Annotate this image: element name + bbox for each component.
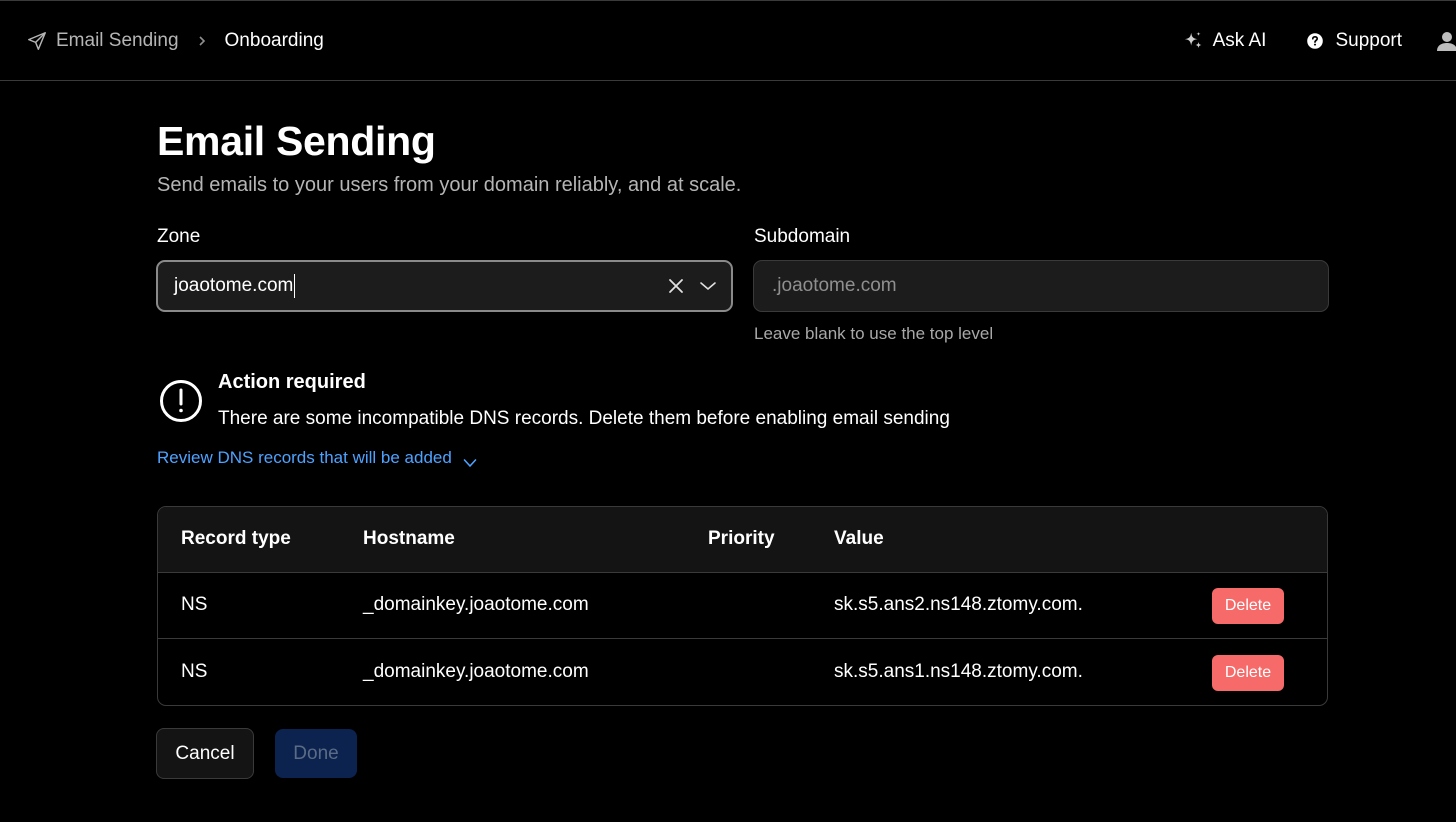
value-cell: sk.s5.ans2.ns148.ztomy.com. — [834, 594, 1083, 615]
review-dns-records-label: Review DNS records that will be added — [157, 448, 452, 467]
dns-records-table: Record type Hostname Priority Value NS _… — [157, 506, 1328, 706]
hostname-cell: _domainkey.joaotome.com — [363, 594, 589, 615]
sparkle-icon — [1182, 30, 1204, 52]
review-dns-records-link[interactable]: Review DNS records that will be added — [157, 448, 477, 468]
chevron-down-icon — [463, 453, 477, 468]
breadcrumb-email-sending[interactable]: Email Sending — [56, 30, 179, 52]
subdomain-input[interactable] — [753, 260, 1329, 312]
column-header-hostname: Hostname — [363, 528, 455, 549]
page-title: Email Sending — [157, 118, 436, 164]
table-row: NS _domainkey.joaotome.com sk.s5.ans2.ns… — [158, 573, 1327, 639]
text-caret — [294, 274, 296, 298]
alert-circle-icon — [159, 379, 203, 423]
table-row: NS _domainkey.joaotome.com sk.s5.ans1.ns… — [158, 640, 1327, 705]
column-header-value: Value — [834, 528, 884, 549]
cancel-button[interactable]: Cancel — [156, 728, 254, 779]
subdomain-label: Subdomain — [754, 226, 851, 247]
done-button[interactable]: Done — [275, 729, 357, 778]
chevron-right-icon — [195, 34, 209, 48]
page-subtitle: Send emails to your users from your doma… — [157, 174, 742, 196]
question-circle-icon — [1304, 30, 1326, 52]
subdomain-helper-text: Leave blank to use the top level — [754, 324, 994, 343]
record-type-cell: NS — [181, 594, 208, 615]
alert-title: Action required — [218, 371, 366, 393]
breadcrumb: Email Sending Onboarding — [26, 29, 324, 53]
top-bar: Email Sending Onboarding Ask AI Support — [0, 0, 1456, 81]
breadcrumb-onboarding: Onboarding — [224, 30, 324, 51]
delete-record-button[interactable]: Delete — [1212, 588, 1284, 624]
user-icon[interactable] — [1434, 29, 1456, 53]
value-cell: sk.s5.ans1.ns148.ztomy.com. — [834, 661, 1083, 682]
zone-label: Zone — [157, 226, 201, 247]
hostname-cell: _domainkey.joaotome.com — [363, 661, 589, 682]
column-header-priority: Priority — [708, 528, 775, 549]
table-header: Record type Hostname Priority Value — [158, 507, 1327, 573]
ask-ai-label: Ask AI — [1212, 30, 1267, 51]
chevron-down-icon[interactable] — [699, 279, 717, 293]
support-button[interactable]: Support — [1304, 30, 1402, 52]
column-header-record-type: Record type — [181, 528, 291, 549]
alert-message: There are some incompatible DNS records.… — [218, 408, 950, 429]
ask-ai-button[interactable]: Ask AI — [1182, 30, 1267, 52]
zone-select[interactable]: joaotome.com — [156, 260, 733, 312]
support-label: Support — [1335, 30, 1402, 51]
delete-record-button[interactable]: Delete — [1212, 655, 1284, 691]
header-actions: Ask AI Support — [1182, 29, 1456, 53]
clear-icon[interactable] — [667, 277, 685, 295]
record-type-cell: NS — [181, 661, 208, 682]
zone-select-value: joaotome.com — [174, 275, 294, 296]
paper-plane-icon — [26, 30, 48, 52]
